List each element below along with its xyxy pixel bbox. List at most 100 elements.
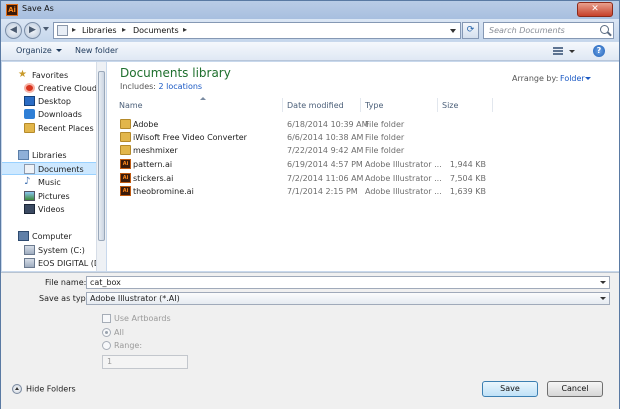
breadcrumb-libraries[interactable]: Libraries <box>82 26 117 35</box>
sort-ascending-icon <box>200 97 206 100</box>
address-dropdown-icon[interactable] <box>450 29 456 33</box>
pictures-icon <box>24 191 35 201</box>
save-type-select[interactable]: Adobe Illustrator (*.AI) <box>86 292 610 305</box>
folder-icon <box>120 145 131 155</box>
column-divider[interactable] <box>360 98 361 112</box>
chevron-right-icon[interactable]: ▸ <box>122 25 126 34</box>
nav-videos[interactable]: Videos <box>2 203 96 216</box>
documents-icon <box>24 164 35 174</box>
column-header-size[interactable]: Size <box>442 101 458 110</box>
breadcrumb-documents[interactable]: Documents <box>133 26 179 35</box>
table-row[interactable]: Ai theobromine.ai 7/1/2014 2:15 PM Adobe… <box>107 185 507 198</box>
file-name: pattern.ai <box>133 160 173 169</box>
file-name-value: cat_box <box>90 278 121 287</box>
music-icon: ♪ <box>24 176 31 187</box>
navigation-scrollbar[interactable] <box>96 62 106 271</box>
view-dropdown-icon[interactable] <box>569 50 575 53</box>
window-title: Save As <box>22 4 54 13</box>
organize-label: Organize <box>16 46 52 55</box>
save-type-value: Adobe Illustrator (*.AI) <box>90 294 180 303</box>
computer-icon <box>18 231 29 241</box>
range-input[interactable]: 1 <box>102 355 188 369</box>
chevron-down-icon[interactable] <box>600 281 606 284</box>
navigation-pane: ★ Favorites Creative Cloud Fi Desktop Do… <box>2 62 97 271</box>
collapse-icon <box>12 384 22 394</box>
nav-pictures[interactable]: Pictures <box>2 190 96 203</box>
back-button[interactable]: ◀ <box>5 22 22 39</box>
recent-pages-arrow-icon[interactable] <box>43 27 49 31</box>
nav-system-drive[interactable]: System (C:) <box>2 244 96 257</box>
nav-label: Creative Cloud Fi <box>38 84 97 93</box>
locations-link[interactable]: 2 locations <box>159 82 203 91</box>
chevron-right-icon[interactable]: ▸ <box>72 25 76 34</box>
save-options-panel: File name: cat_box Save as type: Adobe I… <box>1 272 619 409</box>
view-options-icon[interactable] <box>553 47 563 55</box>
help-icon[interactable]: ? <box>593 45 605 57</box>
nav-music[interactable]: ♪ Music <box>2 176 96 189</box>
nav-label: Pictures <box>38 192 70 201</box>
forward-button[interactable]: ▶ <box>24 22 41 39</box>
save-button[interactable]: Save <box>482 381 538 397</box>
chevron-down-icon[interactable] <box>585 77 591 80</box>
scrollbar-thumb[interactable] <box>98 71 105 241</box>
nav-computer[interactable]: Computer <box>2 230 96 243</box>
arrange-by-dropdown[interactable]: Folder <box>560 74 585 83</box>
file-date: 6/18/2014 10:39 AM <box>287 120 369 129</box>
file-name: Adobe <box>133 120 159 129</box>
file-size: 1,944 KB <box>449 160 486 169</box>
column-divider[interactable] <box>437 98 438 112</box>
refresh-button[interactable]: ⟳ <box>462 22 479 39</box>
table-row[interactable]: Ai stickers.ai 7/2/2014 11:06 AM Adobe I… <box>107 172 507 185</box>
nav-downloads[interactable]: Downloads <box>2 108 96 121</box>
use-artboards-checkbox[interactable] <box>102 314 111 323</box>
all-label: All <box>114 328 124 337</box>
column-header-name[interactable]: Name <box>119 101 143 110</box>
nav-desktop[interactable]: Desktop <box>2 95 96 108</box>
command-bar: Organize New folder ? <box>1 42 619 61</box>
table-row[interactable]: iWisoft Free Video Converter 6/6/2014 10… <box>107 131 507 144</box>
table-row[interactable]: Ai pattern.ai 6/19/2014 4:57 PM Adobe Il… <box>107 158 507 171</box>
file-list-pane: Documents library Includes: 2 locations … <box>107 62 619 271</box>
column-header-date[interactable]: Date modified <box>287 101 344 110</box>
file-name-field[interactable]: cat_box <box>86 276 610 289</box>
nav-label: Videos <box>38 205 65 214</box>
hide-folders-label: Hide Folders <box>26 384 76 394</box>
nav-favorites[interactable]: ★ Favorites <box>2 69 96 82</box>
address-bar: ◀ ▶ ▸ Libraries ▸ Documents ▸ ⟳ Search D… <box>1 19 619 41</box>
search-input[interactable]: Search Documents <box>483 22 614 39</box>
new-folder-button[interactable]: New folder <box>75 46 118 55</box>
desktop-icon <box>24 96 35 106</box>
nav-documents[interactable]: Documents <box>2 162 96 175</box>
close-button[interactable]: ✕ <box>577 2 613 17</box>
file-name-label: File name: <box>45 278 87 287</box>
chevron-down-icon <box>55 49 62 52</box>
nav-creative-cloud[interactable]: Creative Cloud Fi <box>2 82 97 95</box>
all-radio[interactable] <box>102 328 111 337</box>
nav-eos-digital[interactable]: EOS DIGITAL (D: <box>2 257 96 270</box>
illustrator-app-icon: Ai <box>6 4 18 16</box>
column-header-type[interactable]: Type <box>365 101 383 110</box>
libraries-icon <box>18 150 29 160</box>
organize-button[interactable]: Organize <box>16 46 62 55</box>
nav-recent-places[interactable]: Recent Places <box>2 122 96 135</box>
file-date: 7/1/2014 2:15 PM <box>287 187 358 196</box>
nav-libraries[interactable]: Libraries <box>2 149 96 162</box>
illustrator-file-icon: Ai <box>120 186 131 196</box>
hide-folders-button[interactable]: Hide Folders <box>12 384 76 394</box>
nav-label: Favorites <box>32 71 69 80</box>
file-size: 7,504 KB <box>449 174 486 183</box>
cancel-button[interactable]: Cancel <box>547 381 603 397</box>
nav-label: Music <box>38 178 61 187</box>
breadcrumb[interactable]: ▸ Libraries ▸ Documents ▸ <box>53 22 461 39</box>
column-divider[interactable] <box>492 98 493 112</box>
nav-label: Recent Places <box>38 124 94 133</box>
table-row[interactable]: meshmixer 7/22/2014 9:42 AM File folder <box>107 144 507 157</box>
library-includes: Includes: 2 locations <box>120 82 202 91</box>
column-divider[interactable] <box>282 98 283 112</box>
table-row[interactable]: Adobe 6/18/2014 10:39 AM File folder <box>107 118 507 131</box>
chevron-down-icon[interactable] <box>600 297 606 300</box>
nav-label: Desktop <box>38 97 71 106</box>
file-type: File folder <box>365 146 405 155</box>
range-radio[interactable] <box>102 341 111 350</box>
chevron-right-icon[interactable]: ▸ <box>183 25 187 34</box>
